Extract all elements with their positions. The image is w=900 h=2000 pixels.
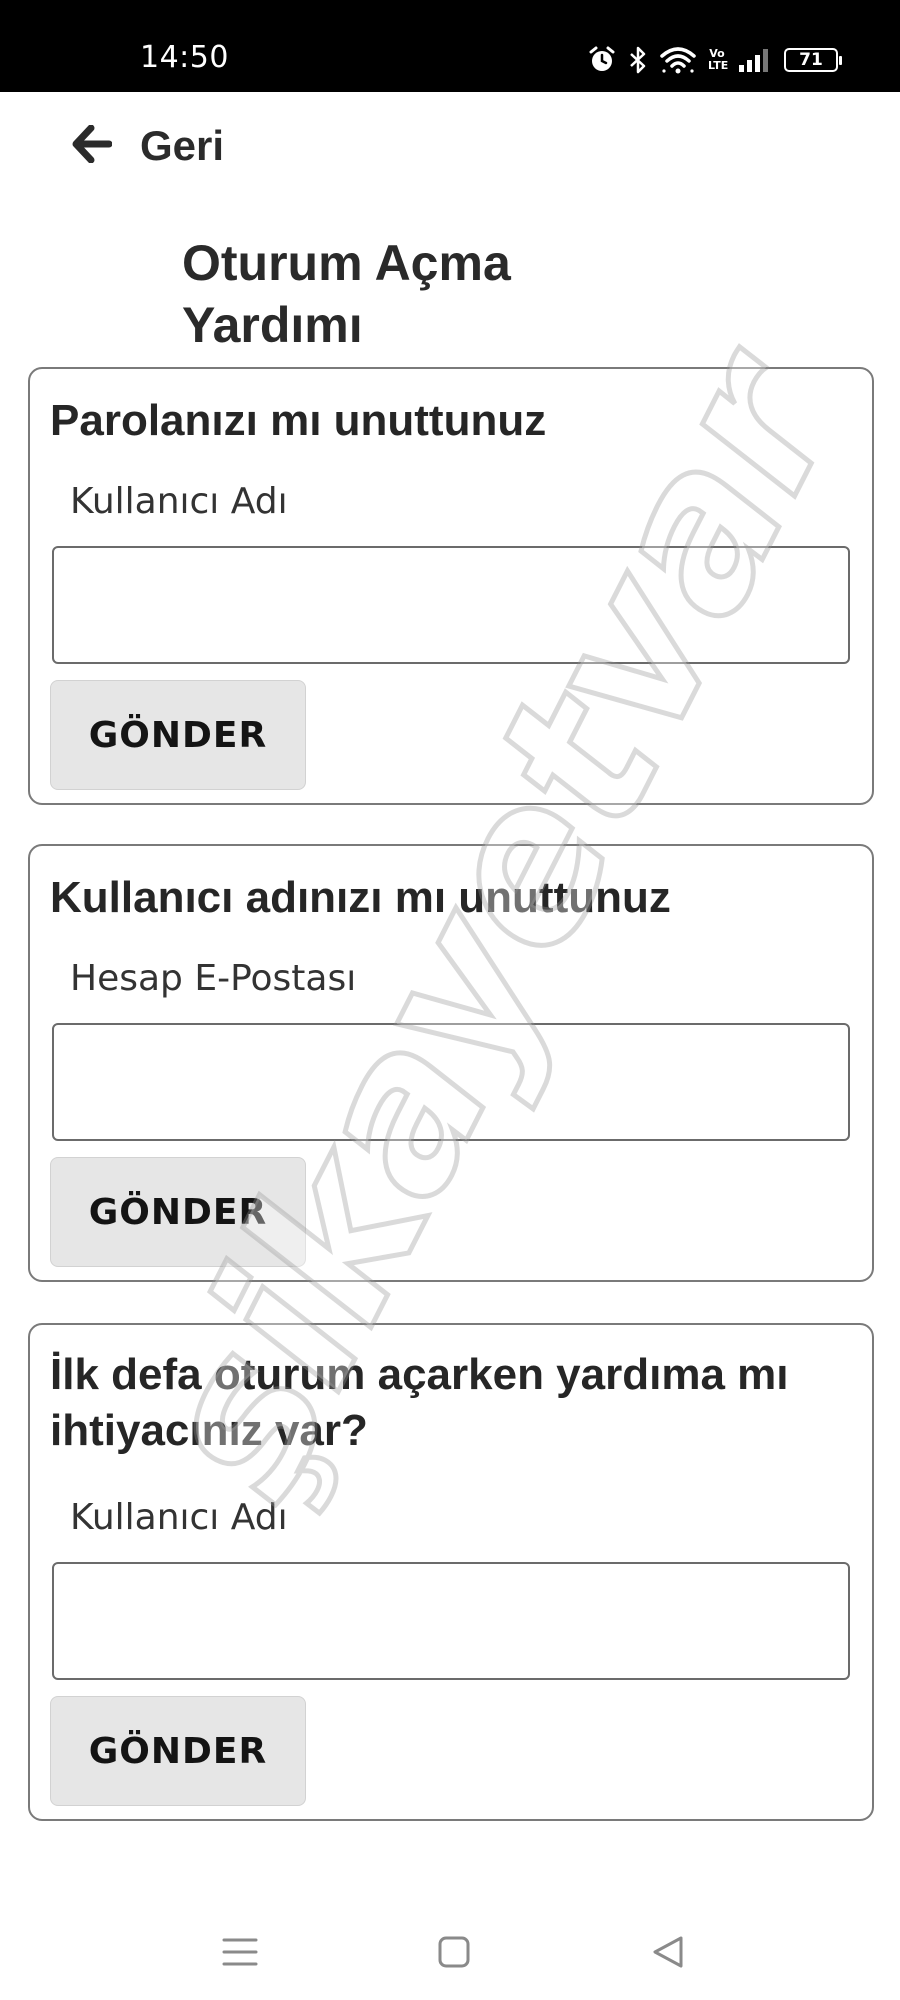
- volte-icon: Vo LTE: [708, 47, 729, 72]
- back-label: Geri: [140, 122, 225, 169]
- username-input[interactable]: [52, 546, 850, 664]
- back-button[interactable]: Geri: [72, 118, 224, 174]
- navigation-bar: [0, 1900, 900, 2000]
- forgot-password-card: Parolanızı mı unuttunuz Kullanıcı Adı GÖ…: [28, 367, 874, 805]
- status-bar: 14:50 Vo LTE 71: [0, 0, 900, 92]
- page-title: Oturum Açma Yardımı: [182, 235, 511, 353]
- forgot-username-card: Kullanıcı adınızı mı unuttunuz Hesap E-P…: [28, 844, 874, 1282]
- bluetooth-icon: [628, 45, 648, 75]
- first-login-help-title: İlk defa oturum açarken yardıma mı ihtiy…: [50, 1350, 789, 1455]
- first-login-help-card: İlk defa oturum açarken yardıma mı ihtiy…: [28, 1323, 874, 1821]
- username-label: Kullanıcı Adı: [70, 481, 288, 522]
- menu-icon[interactable]: [210, 1922, 270, 1982]
- forgot-username-submit-button[interactable]: GÖNDER: [50, 1157, 306, 1267]
- first-login-username-label: Kullanıcı Adı: [70, 1497, 288, 1538]
- forgot-username-title: Kullanıcı adınızı mı unuttunuz: [50, 873, 671, 922]
- forgot-password-submit-button[interactable]: GÖNDER: [50, 680, 306, 790]
- alarm-icon: [588, 46, 616, 74]
- forgot-password-title: Parolanızı mı unuttunuz: [50, 396, 547, 445]
- signal-icon: [738, 47, 772, 73]
- back-triangle-icon[interactable]: [638, 1922, 698, 1982]
- first-login-submit-button[interactable]: GÖNDER: [50, 1696, 306, 1806]
- account-email-input[interactable]: [52, 1023, 850, 1141]
- wifi-icon: [660, 46, 696, 74]
- status-icons: Vo LTE 71: [588, 42, 842, 78]
- first-login-username-input[interactable]: [52, 1562, 850, 1680]
- arrow-left-icon: [72, 124, 113, 168]
- account-email-label: Hesap E-Postası: [70, 958, 357, 999]
- home-square-icon[interactable]: [424, 1922, 484, 1982]
- battery-icon: 71: [784, 48, 842, 72]
- status-time: 14:50: [140, 40, 229, 75]
